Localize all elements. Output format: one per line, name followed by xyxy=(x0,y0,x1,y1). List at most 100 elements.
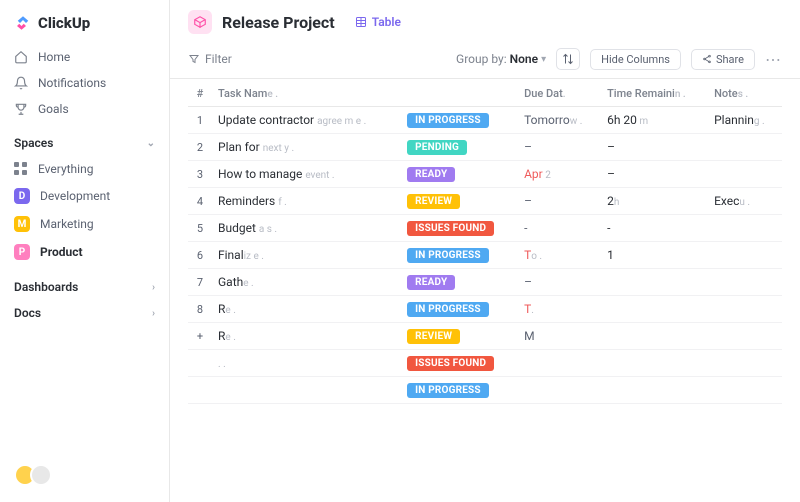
logo[interactable]: ClickUp xyxy=(0,10,169,44)
avatar-cluster[interactable] xyxy=(0,464,169,492)
spaces-header[interactable]: Spaces ⌄ xyxy=(0,122,169,156)
filter-button[interactable]: Filter xyxy=(188,52,232,66)
docs-header[interactable]: Docs › xyxy=(0,300,169,326)
table-row[interactable]: 6Finaliz e .IN PROGRESSTo .1 xyxy=(188,242,782,269)
cell-status[interactable]: IN PROGRESS xyxy=(401,296,518,323)
cell-task-name xyxy=(212,377,401,404)
share-button[interactable]: Share xyxy=(691,49,755,70)
col-due[interactable]: Due Dat. xyxy=(518,79,601,107)
cell-time[interactable]: – xyxy=(601,134,708,161)
toolbar: Filter Group by: None ▾ Hide Columns Sha… xyxy=(170,40,800,79)
status-pill: ISSUES FOUND xyxy=(407,221,494,236)
nav-goals[interactable]: Goals xyxy=(0,96,169,122)
cell-status[interactable]: IN PROGRESS xyxy=(401,242,518,269)
cell-num: 4 xyxy=(188,188,212,215)
cell-status[interactable]: ISSUES FOUND xyxy=(401,350,518,377)
cell-time[interactable] xyxy=(601,377,708,404)
filter-icon xyxy=(188,53,200,65)
cell-num: 6 xyxy=(188,242,212,269)
cell-notes[interactable] xyxy=(708,242,782,269)
nav-home-label: Home xyxy=(38,50,70,64)
cell-notes[interactable]: Execu . xyxy=(708,188,782,215)
status-pill: ISSUES FOUND xyxy=(407,356,494,371)
cell-notes[interactable] xyxy=(708,323,782,350)
table-row[interactable]: . .ISSUES FOUND xyxy=(188,350,782,377)
cell-time[interactable]: - xyxy=(601,215,708,242)
more-button[interactable]: ⋯ xyxy=(765,50,782,69)
cell-due[interactable]: – xyxy=(518,269,601,296)
cell-due[interactable]: M xyxy=(518,323,601,350)
nav-notifications[interactable]: Notifications xyxy=(0,70,169,96)
cell-due[interactable] xyxy=(518,350,601,377)
col-time[interactable]: Time Remainin . xyxy=(601,79,708,107)
cell-due[interactable]: Tomorrow . xyxy=(518,107,601,134)
cell-status[interactable]: ISSUES FOUND xyxy=(401,215,518,242)
cell-time[interactable] xyxy=(601,296,708,323)
cell-due[interactable]: Apr 2 xyxy=(518,161,601,188)
cell-status[interactable]: READY xyxy=(401,269,518,296)
view-table[interactable]: Table xyxy=(355,15,401,29)
table-row[interactable]: 1Update contractor agree m e .IN PROGRES… xyxy=(188,107,782,134)
cell-status[interactable]: READY xyxy=(401,161,518,188)
table-row[interactable]: IN PROGRESS xyxy=(188,377,782,404)
cell-status[interactable]: IN PROGRESS xyxy=(401,377,518,404)
cell-num: 2 xyxy=(188,134,212,161)
cell-time[interactable] xyxy=(601,350,708,377)
table-row[interactable]: 5Budget a s .ISSUES FOUND-- xyxy=(188,215,782,242)
cell-status[interactable]: IN PROGRESS xyxy=(401,107,518,134)
cell-due[interactable]: – xyxy=(518,134,601,161)
col-num[interactable]: # xyxy=(188,79,212,107)
space-marketing[interactable]: M Marketing xyxy=(0,210,169,238)
cell-due[interactable]: To . xyxy=(518,242,601,269)
cell-notes[interactable] xyxy=(708,296,782,323)
clickup-logo-icon xyxy=(14,14,32,32)
cell-notes[interactable] xyxy=(708,269,782,296)
cell-status[interactable]: REVIEW xyxy=(401,188,518,215)
cell-time[interactable]: 2h xyxy=(601,188,708,215)
chevron-right-icon: › xyxy=(152,308,155,319)
cell-notes[interactable] xyxy=(708,377,782,404)
logo-text: ClickUp xyxy=(38,14,90,32)
dashboards-header[interactable]: Dashboards › xyxy=(0,266,169,300)
cell-time[interactable] xyxy=(601,269,708,296)
table-row[interactable]: 2Plan for next y .PENDING–– xyxy=(188,134,782,161)
cell-notes[interactable] xyxy=(708,134,782,161)
cell-time[interactable]: – xyxy=(601,161,708,188)
sort-button[interactable] xyxy=(556,48,580,70)
cell-time[interactable]: 6h 20 m xyxy=(601,107,708,134)
group-by-label: Group by: xyxy=(456,52,507,66)
cell-time[interactable] xyxy=(601,323,708,350)
table-row[interactable]: +Re .REVIEWM xyxy=(188,323,782,350)
cell-notes[interactable] xyxy=(708,215,782,242)
cell-status[interactable]: PENDING xyxy=(401,134,518,161)
cell-time[interactable]: 1 xyxy=(601,242,708,269)
main: Release Project Table Filter Group by: N… xyxy=(170,0,800,502)
table-row[interactable]: 8Re .IN PROGRESST. xyxy=(188,296,782,323)
cell-due[interactable]: - xyxy=(518,215,601,242)
cell-notes[interactable]: Planning . xyxy=(708,107,782,134)
space-label: Development xyxy=(40,189,110,203)
chevron-down-icon: ⌄ xyxy=(147,138,155,149)
group-by[interactable]: Group by: None ▾ xyxy=(456,52,546,66)
cell-notes[interactable] xyxy=(708,161,782,188)
cell-due[interactable]: – xyxy=(518,188,601,215)
hide-columns-button[interactable]: Hide Columns xyxy=(590,49,681,70)
hide-columns-label: Hide Columns xyxy=(601,53,670,66)
table-row[interactable]: 7Gathe .READY– xyxy=(188,269,782,296)
status-pill: IN PROGRESS xyxy=(407,383,489,398)
space-everything[interactable]: Everything xyxy=(0,156,169,182)
cell-task-name: Finaliz e . xyxy=(212,242,401,269)
status-pill: IN PROGRESS xyxy=(407,302,489,317)
col-notes[interactable]: Notes . xyxy=(708,79,782,107)
nav-home[interactable]: Home xyxy=(0,44,169,70)
col-name[interactable]: Task Name . xyxy=(212,79,401,107)
table-row[interactable]: 4Reminders f .REVIEW–2hExecu . xyxy=(188,188,782,215)
cell-notes[interactable] xyxy=(708,350,782,377)
table-row[interactable]: 3How to manage event .READYApr 2– xyxy=(188,161,782,188)
cell-due[interactable]: T. xyxy=(518,296,601,323)
space-product[interactable]: P Product xyxy=(0,238,169,266)
cell-status[interactable]: REVIEW xyxy=(401,323,518,350)
col-status[interactable] xyxy=(401,79,518,107)
space-development[interactable]: D Development xyxy=(0,182,169,210)
cell-due[interactable] xyxy=(518,377,601,404)
